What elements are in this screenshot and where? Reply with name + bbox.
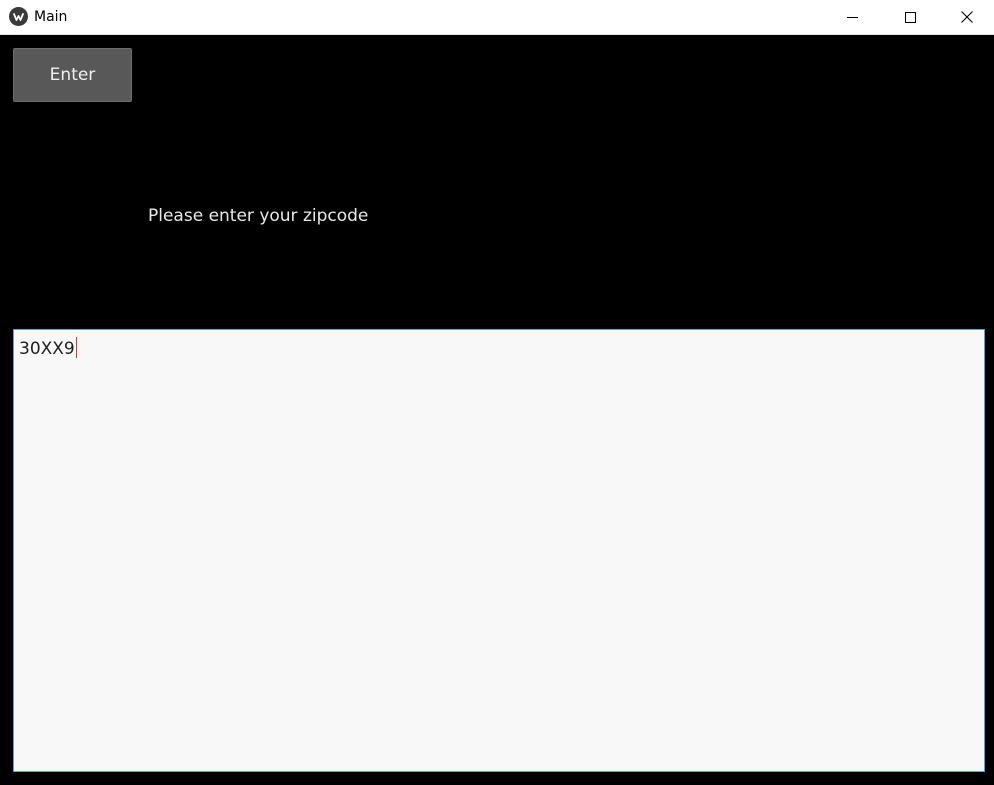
close-icon: [960, 11, 973, 23]
kivy-logo-icon: [9, 7, 28, 26]
text-caret: [75, 337, 77, 358]
minimize-button[interactable]: [823, 0, 881, 34]
close-button[interactable]: [939, 0, 994, 34]
zipcode-prompt-label: Please enter your zipcode: [148, 206, 369, 226]
window-title: Main: [34, 9, 68, 25]
zipcode-input-value: 30XX9: [19, 337, 77, 360]
enter-button[interactable]: Enter: [13, 48, 132, 102]
title-bar[interactable]: Main: [0, 0, 994, 35]
zipcode-value-text: 30XX9: [19, 339, 75, 359]
minimize-icon: [846, 16, 858, 18]
maximize-icon: [904, 11, 916, 23]
maximize-button[interactable]: [881, 0, 939, 34]
zipcode-text-input[interactable]: 30XX9: [13, 329, 985, 772]
app-window: Main Enter Please enter your zipcode 30X…: [0, 0, 994, 785]
